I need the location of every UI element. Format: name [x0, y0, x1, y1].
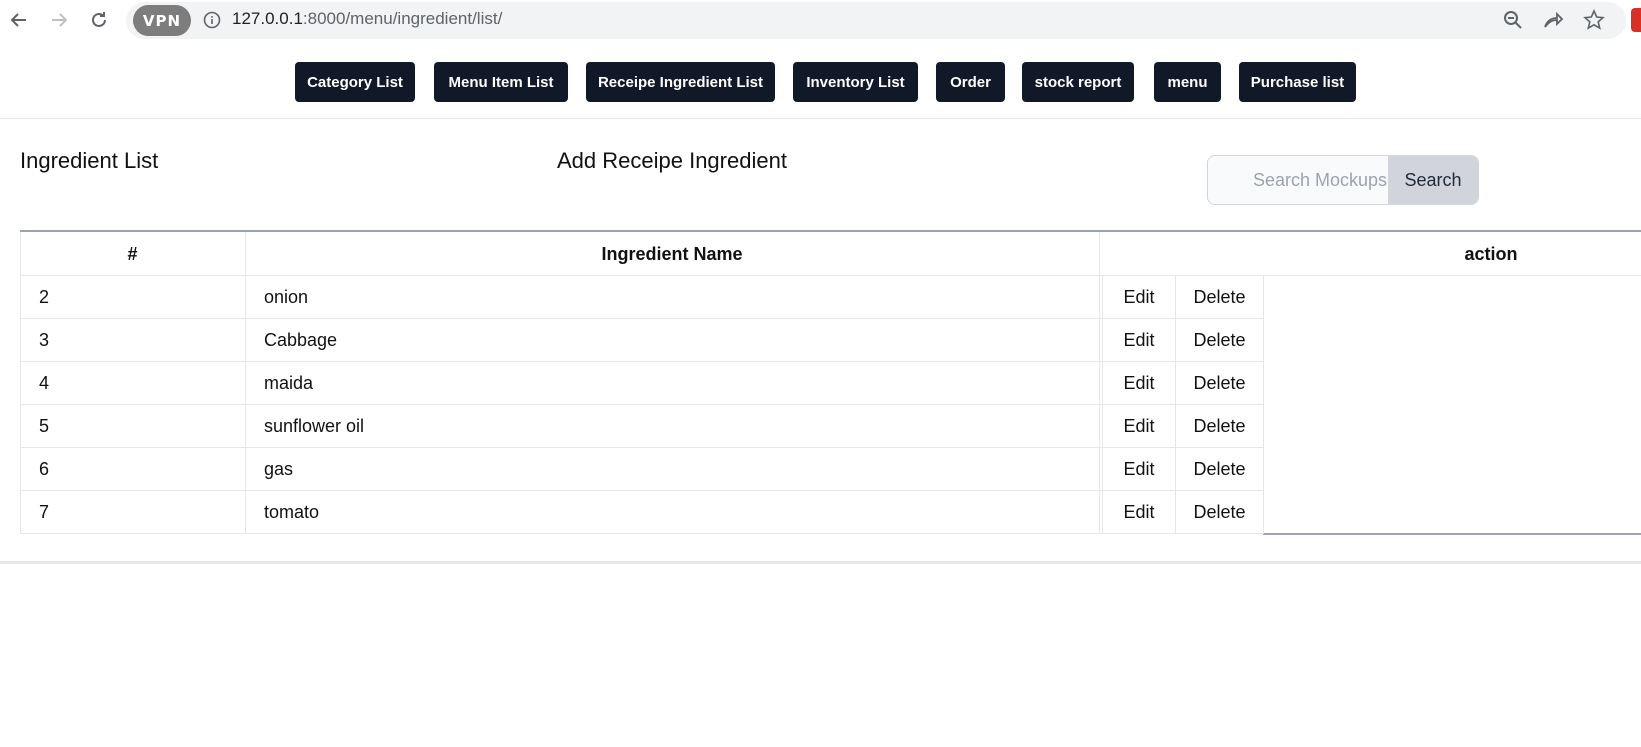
url-text[interactable]: 127.0.0.1:8000/menu/ingredient/list/ — [232, 9, 502, 29]
add-receipe-ingredient-link[interactable]: Add Receipe Ingredient — [557, 148, 787, 174]
nav-order-button[interactable]: Order — [936, 62, 1005, 102]
delete-button[interactable]: Delete — [1175, 319, 1264, 362]
row-number: 6 — [20, 448, 245, 491]
url-path: :8000/menu/ingredient/list/ — [302, 9, 503, 28]
edit-button[interactable]: Edit — [1102, 319, 1176, 362]
column-header-number: # — [127, 243, 138, 264]
vpn-badge[interactable]: VPN — [133, 5, 191, 36]
delete-button[interactable]: Delete — [1175, 405, 1264, 448]
site-info-icon[interactable] — [203, 11, 221, 29]
ingredient-name: tomato — [245, 491, 1119, 534]
row-number: 7 — [20, 491, 245, 534]
row-number: 3 — [20, 319, 245, 362]
column-header-ingredient-name: Ingredient Name — [601, 243, 743, 264]
delete-button[interactable]: Delete — [1175, 276, 1264, 319]
edit-button[interactable]: Edit — [1102, 491, 1176, 534]
ingredient-name: sunflower oil — [245, 405, 1119, 448]
reload-icon[interactable] — [85, 6, 113, 34]
page-title: Ingredient List — [20, 148, 159, 173]
table-action-bottom-border — [1263, 533, 1641, 535]
delete-button[interactable]: Delete — [1175, 362, 1264, 405]
browser-toolbar: VPN 127.0.0.1:8000/menu/ingredient/list/ — [0, 0, 1641, 44]
nav-menu-item-list-button[interactable]: Menu Item List — [434, 62, 568, 102]
search-form: Search — [1207, 155, 1479, 205]
edit-button[interactable]: Edit — [1102, 405, 1176, 448]
nav-stock-report-button[interactable]: stock report — [1022, 62, 1134, 102]
nav-inventory-list-button[interactable]: Inventory List — [793, 62, 918, 102]
ingredient-name: gas — [245, 448, 1119, 491]
url-host: 127.0.0.1 — [232, 9, 303, 28]
footer-divider — [0, 561, 1641, 564]
row-number: 2 — [20, 276, 245, 319]
search-button[interactable]: Search — [1388, 156, 1478, 204]
nav-receipe-ingredient-list-button[interactable]: Receipe Ingredient List — [586, 62, 775, 102]
nav-menu-button[interactable]: menu — [1154, 62, 1221, 102]
ingredient-name: maida — [245, 362, 1119, 405]
forward-icon[interactable] — [45, 6, 73, 34]
back-icon[interactable] — [5, 6, 33, 34]
ingredient-name: onion — [245, 276, 1119, 319]
row-number: 5 — [20, 405, 245, 448]
column-header-action: action — [1464, 243, 1518, 264]
edit-button[interactable]: Edit — [1102, 276, 1176, 319]
nav-category-list-button[interactable]: Category List — [295, 62, 415, 102]
share-icon[interactable] — [1542, 9, 1564, 31]
delete-button[interactable]: Delete — [1175, 491, 1264, 534]
search-input[interactable] — [1208, 156, 1388, 204]
extension-icon[interactable] — [1631, 8, 1641, 32]
delete-button[interactable]: Delete — [1175, 448, 1264, 491]
edit-button[interactable]: Edit — [1102, 448, 1176, 491]
bookmark-star-icon[interactable] — [1583, 9, 1605, 31]
top-navigation: Category List Menu Item List Receipe Ing… — [0, 44, 1641, 119]
nav-purchase-list-button[interactable]: Purchase list — [1239, 62, 1356, 102]
edit-button[interactable]: Edit — [1102, 362, 1176, 405]
row-number: 4 — [20, 362, 245, 405]
zoom-icon[interactable] — [1502, 9, 1524, 31]
ingredient-name: Cabbage — [245, 319, 1119, 362]
